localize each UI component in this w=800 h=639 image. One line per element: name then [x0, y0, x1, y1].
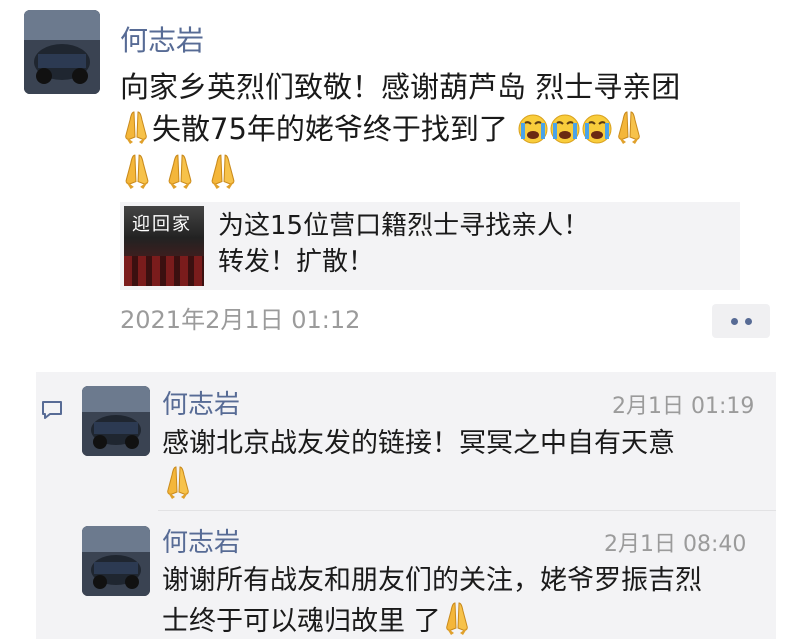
post-author-name[interactable]: 何志岩 — [120, 24, 204, 58]
link-thumbnail: 迎回家 — [124, 206, 204, 286]
comment-text-content: 感谢北京战友发的链接！冥冥之中自有天意 — [162, 428, 675, 459]
folded-hands-icon — [124, 111, 148, 145]
post-text-line2: 失散75年的姥爷终于找到了 — [120, 108, 790, 150]
more-dot-icon — [730, 317, 738, 325]
comment-text-line2-content: 士终于可以魂归故里 了 — [162, 606, 441, 637]
avatar-image — [82, 526, 150, 596]
shared-link-card[interactable]: 迎回家 为这15位营口籍烈士寻找亲人！ 转发！扩散！ — [120, 202, 740, 290]
folded-hands-icon — [166, 466, 190, 500]
post-text-line1: 向家乡英烈们致敬！感谢葫芦岛 烈士寻亲团 — [120, 70, 681, 104]
comment-icon — [42, 401, 62, 419]
folded-hands-icon — [617, 111, 641, 145]
folded-hands-icon — [168, 154, 193, 190]
crying-face-icon — [581, 113, 614, 145]
post-author-avatar[interactable] — [24, 10, 100, 94]
more-actions-button[interactable] — [712, 304, 770, 338]
comment-time: 2月1日 01:19 — [612, 394, 755, 419]
comment-text: 感谢北京战友发的链接！冥冥之中自有天意 — [162, 424, 762, 506]
avatar-image — [82, 386, 150, 456]
comment-text-line2: 士终于可以魂归故里 了 — [162, 600, 772, 639]
crying-face-icon — [517, 113, 550, 145]
link-title: 为这15位营口籍烈士寻找亲人！ 转发！扩散！ — [218, 208, 728, 280]
link-title-line1: 为这15位营口籍烈士寻找亲人！ — [218, 211, 590, 241]
comment-divider — [158, 510, 776, 511]
comment-time: 2月1日 08:40 — [604, 532, 747, 557]
comment-text: 谢谢所有战友和朋友们的关注，姥爷罗振吉烈 士终于可以魂归故里 了 — [162, 562, 772, 639]
comment-author-name[interactable]: 何志岩 — [162, 526, 240, 560]
avatar-image — [24, 10, 100, 94]
comment-avatar[interactable] — [82, 386, 150, 456]
comment-avatar[interactable] — [82, 526, 150, 596]
crying-face-icon — [549, 113, 582, 145]
link-thumbnail-text: 迎回家 — [132, 214, 192, 235]
post-text-line2-content: 失散75年的姥爷终于找到了 — [152, 112, 508, 146]
comment-emoji-row — [162, 464, 762, 506]
comment-text-line1: 谢谢所有战友和朋友们的关注，姥爷罗振吉烈 — [162, 565, 702, 596]
folded-hands-icon — [445, 602, 469, 636]
post-timestamp: 2021年2月1日 01:12 — [120, 306, 361, 334]
link-title-line2: 转发！扩散！ — [218, 247, 375, 277]
folded-hands-icon — [211, 154, 236, 190]
thumbnail-crowd-graphic — [124, 256, 204, 286]
post-emoji-row — [120, 152, 790, 195]
more-dot-icon — [744, 317, 752, 325]
folded-hands-icon — [124, 154, 150, 190]
comment-author-name[interactable]: 何志岩 — [162, 388, 240, 422]
post-text: 向家乡英烈们致敬！感谢葫芦岛 烈士寻亲团 失散75年的姥爷终于找到了 — [120, 66, 790, 195]
